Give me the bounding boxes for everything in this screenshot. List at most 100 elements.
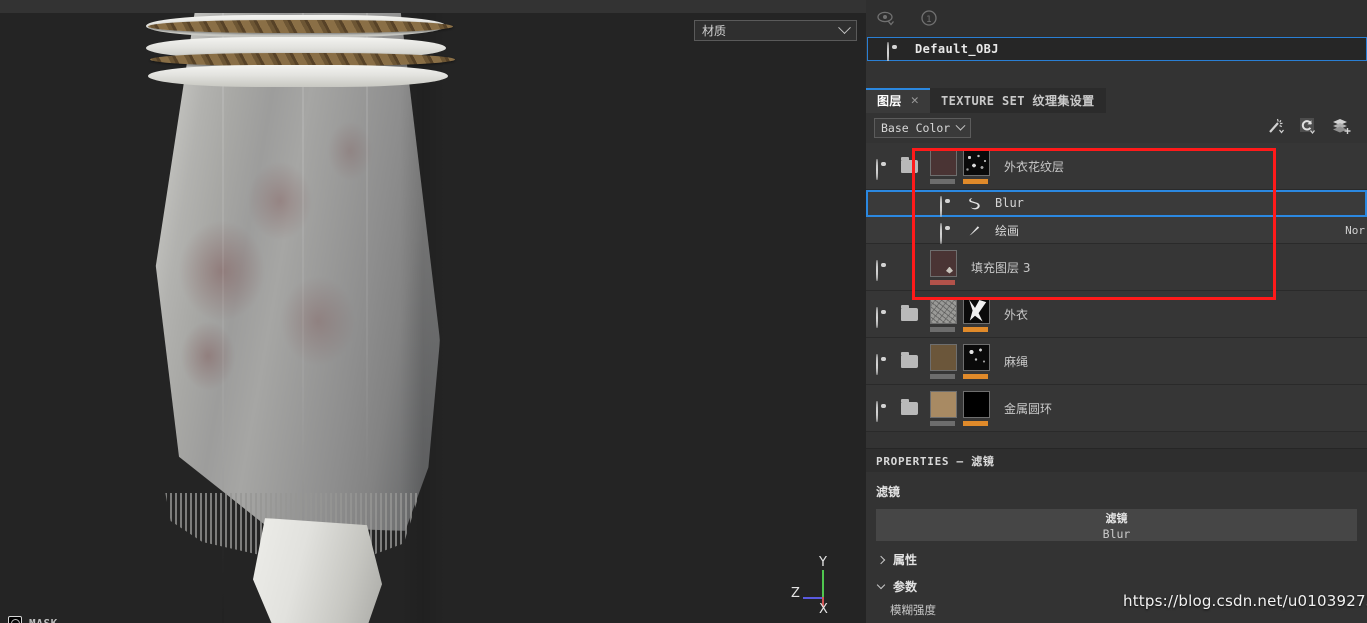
belt-cloth: [148, 65, 448, 87]
numbered-circle-1-icon[interactable]: 1: [918, 8, 940, 30]
layer-mask-thumbnail[interactable]: [963, 343, 990, 371]
mask-indicator[interactable]: MASK: [8, 616, 58, 623]
viewport-top-strip: [0, 0, 866, 13]
layer-thumbnails: [930, 343, 990, 379]
layer-opacity-bar: [930, 373, 955, 379]
mask-label: MASK: [29, 616, 58, 623]
substance-painter-window: Y Z X MASK 材质 1 Default_OBJ 图层 ✕ TEXTURE…: [0, 0, 1367, 623]
layer-color-thumbnail[interactable]: [930, 390, 957, 418]
folder-icon: [901, 398, 918, 415]
close-icon[interactable]: ✕: [911, 94, 919, 107]
axis-x-label: X: [819, 602, 828, 617]
layer-row[interactable]: 麻绳: [866, 338, 1367, 385]
eye-icon[interactable]: [876, 353, 892, 375]
mask-swatch-icon: [8, 616, 22, 623]
axis-y-line: [822, 570, 824, 598]
layer-mask-thumbnail[interactable]: [963, 148, 990, 176]
accordion-parameters-label: 参数: [893, 580, 918, 594]
layer-name: 麻绳: [1004, 354, 1029, 369]
layer-name: 金属圆环: [1004, 401, 1053, 416]
layer-effect-row-paint[interactable]: 绘画 Nor: [866, 217, 1367, 244]
layer-row[interactable]: 外衣花纹层: [866, 143, 1367, 190]
channel-dropdown[interactable]: Base Color: [874, 118, 972, 138]
layer-opacity-bar: [930, 178, 955, 184]
eye-icon[interactable]: [940, 195, 956, 217]
properties-header-title: PROPERTIES – 滤镜: [876, 454, 995, 468]
layer-stack[interactable]: 外衣花纹层 Blur 绘画 Nor 填充图层 3 外衣 麻绳 金属圆环: [866, 143, 1367, 448]
channel-tool-buttons: [1267, 117, 1359, 139]
layer-name: 外衣花纹层: [1004, 159, 1065, 174]
accordion-attributes[interactable]: 属性: [866, 551, 1367, 568]
eye-icon[interactable]: [876, 259, 892, 281]
panel-tabs: 图层 ✕ TEXTURE SET 纹理集设置: [866, 88, 1367, 113]
folder-icon: [901, 156, 918, 173]
layer-color-thumbnail[interactable]: [930, 148, 957, 176]
layer-thumbnails: [930, 296, 990, 332]
filter-selector[interactable]: 滤镜 Blur: [876, 509, 1357, 541]
layer-mask-bar: [963, 326, 988, 332]
accordion-attributes-label: 属性: [893, 553, 918, 567]
channel-bar: Base Color: [866, 113, 1367, 143]
properties-header: PROPERTIES – 滤镜: [866, 448, 1367, 472]
eye-icon[interactable]: [876, 400, 892, 422]
chevron-down-icon: [838, 21, 851, 35]
material-dropdown[interactable]: 材质: [694, 20, 857, 41]
layer-mask-thumbnail[interactable]: [963, 296, 990, 324]
layer-row[interactable]: 外衣: [866, 291, 1367, 338]
layer-opacity-bar: [930, 326, 955, 332]
layer-mask-thumbnail[interactable]: [963, 390, 990, 418]
layer-row[interactable]: 金属圆环: [866, 385, 1367, 432]
watermark-url: https://blog.csdn.net/u010392759: [1123, 592, 1367, 610]
axis-z-label: Z: [791, 586, 800, 601]
chevron-down-icon: [955, 120, 966, 131]
properties-section-title: 滤镜: [876, 485, 901, 499]
character-model: [0, 13, 866, 623]
tab-layers[interactable]: 图层 ✕: [866, 88, 931, 113]
model-garment: [155, 13, 440, 531]
object-row-default-obj[interactable]: Default_OBJ: [867, 37, 1367, 63]
brush-icon: [967, 223, 982, 238]
viewport-3d[interactable]: Y Z X MASK 材质: [0, 0, 866, 623]
material-dropdown-value: 材质: [702, 24, 727, 38]
filter-icon: [967, 196, 982, 211]
eye-dropdown-icon[interactable]: [876, 8, 898, 30]
axis-y-label: Y: [819, 555, 827, 570]
layer-opacity-bar: [930, 420, 955, 426]
panel-toolbar: 1: [866, 0, 1367, 37]
layer-name: 外衣: [1004, 307, 1029, 322]
axis-gizmo: Y Z X: [791, 555, 853, 620]
tab-texture-set-label: TEXTURE SET 纹理集设置: [941, 94, 1095, 108]
tab-texture-set-settings[interactable]: TEXTURE SET 纹理集设置: [930, 88, 1106, 113]
layer-effect-row-blur[interactable]: Blur: [866, 190, 1367, 217]
rope-belt: [148, 20, 453, 33]
viewport-scene[interactable]: Y Z X MASK: [0, 13, 866, 623]
layer-mask-bar: [963, 373, 988, 379]
eye-icon[interactable]: [876, 158, 892, 180]
eye-icon[interactable]: [940, 222, 956, 244]
filter-selector-label: 滤镜: [1105, 511, 1128, 525]
add-layer-icon[interactable]: [1331, 117, 1351, 139]
layer-mask-bar: [930, 279, 955, 285]
layer-name: 填充图层 3: [971, 260, 1031, 275]
filter-selector-value: Blur: [1102, 526, 1131, 541]
folder-icon: [901, 304, 918, 321]
eye-icon[interactable]: [887, 41, 903, 63]
layer-blend-mode[interactable]: Nor: [1345, 224, 1365, 237]
layer-thumbnails: [930, 390, 990, 426]
layer-mask-bar: [963, 420, 988, 426]
layer-color-thumbnail[interactable]: [930, 249, 957, 277]
chevron-down-icon: [876, 580, 886, 590]
tab-layers-label: 图层: [877, 94, 902, 108]
axis-z-line: [803, 597, 824, 599]
layer-effect-name: Blur: [995, 196, 1024, 210]
svg-text:1: 1: [926, 15, 932, 25]
layer-color-thumbnail[interactable]: [930, 296, 957, 324]
layer-color-thumbnail[interactable]: [930, 343, 957, 371]
refresh-icon[interactable]: [1299, 117, 1317, 139]
layer-row[interactable]: 填充图层 3: [866, 244, 1367, 291]
layer-effect-name: 绘画: [995, 223, 1020, 238]
right-panel: 1 Default_OBJ 图层 ✕ TEXTURE SET 纹理集设置 Bas…: [866, 0, 1367, 623]
eye-icon[interactable]: [876, 306, 892, 328]
magic-wand-icon[interactable]: [1267, 117, 1285, 139]
layer-thumbnails: [930, 249, 957, 285]
